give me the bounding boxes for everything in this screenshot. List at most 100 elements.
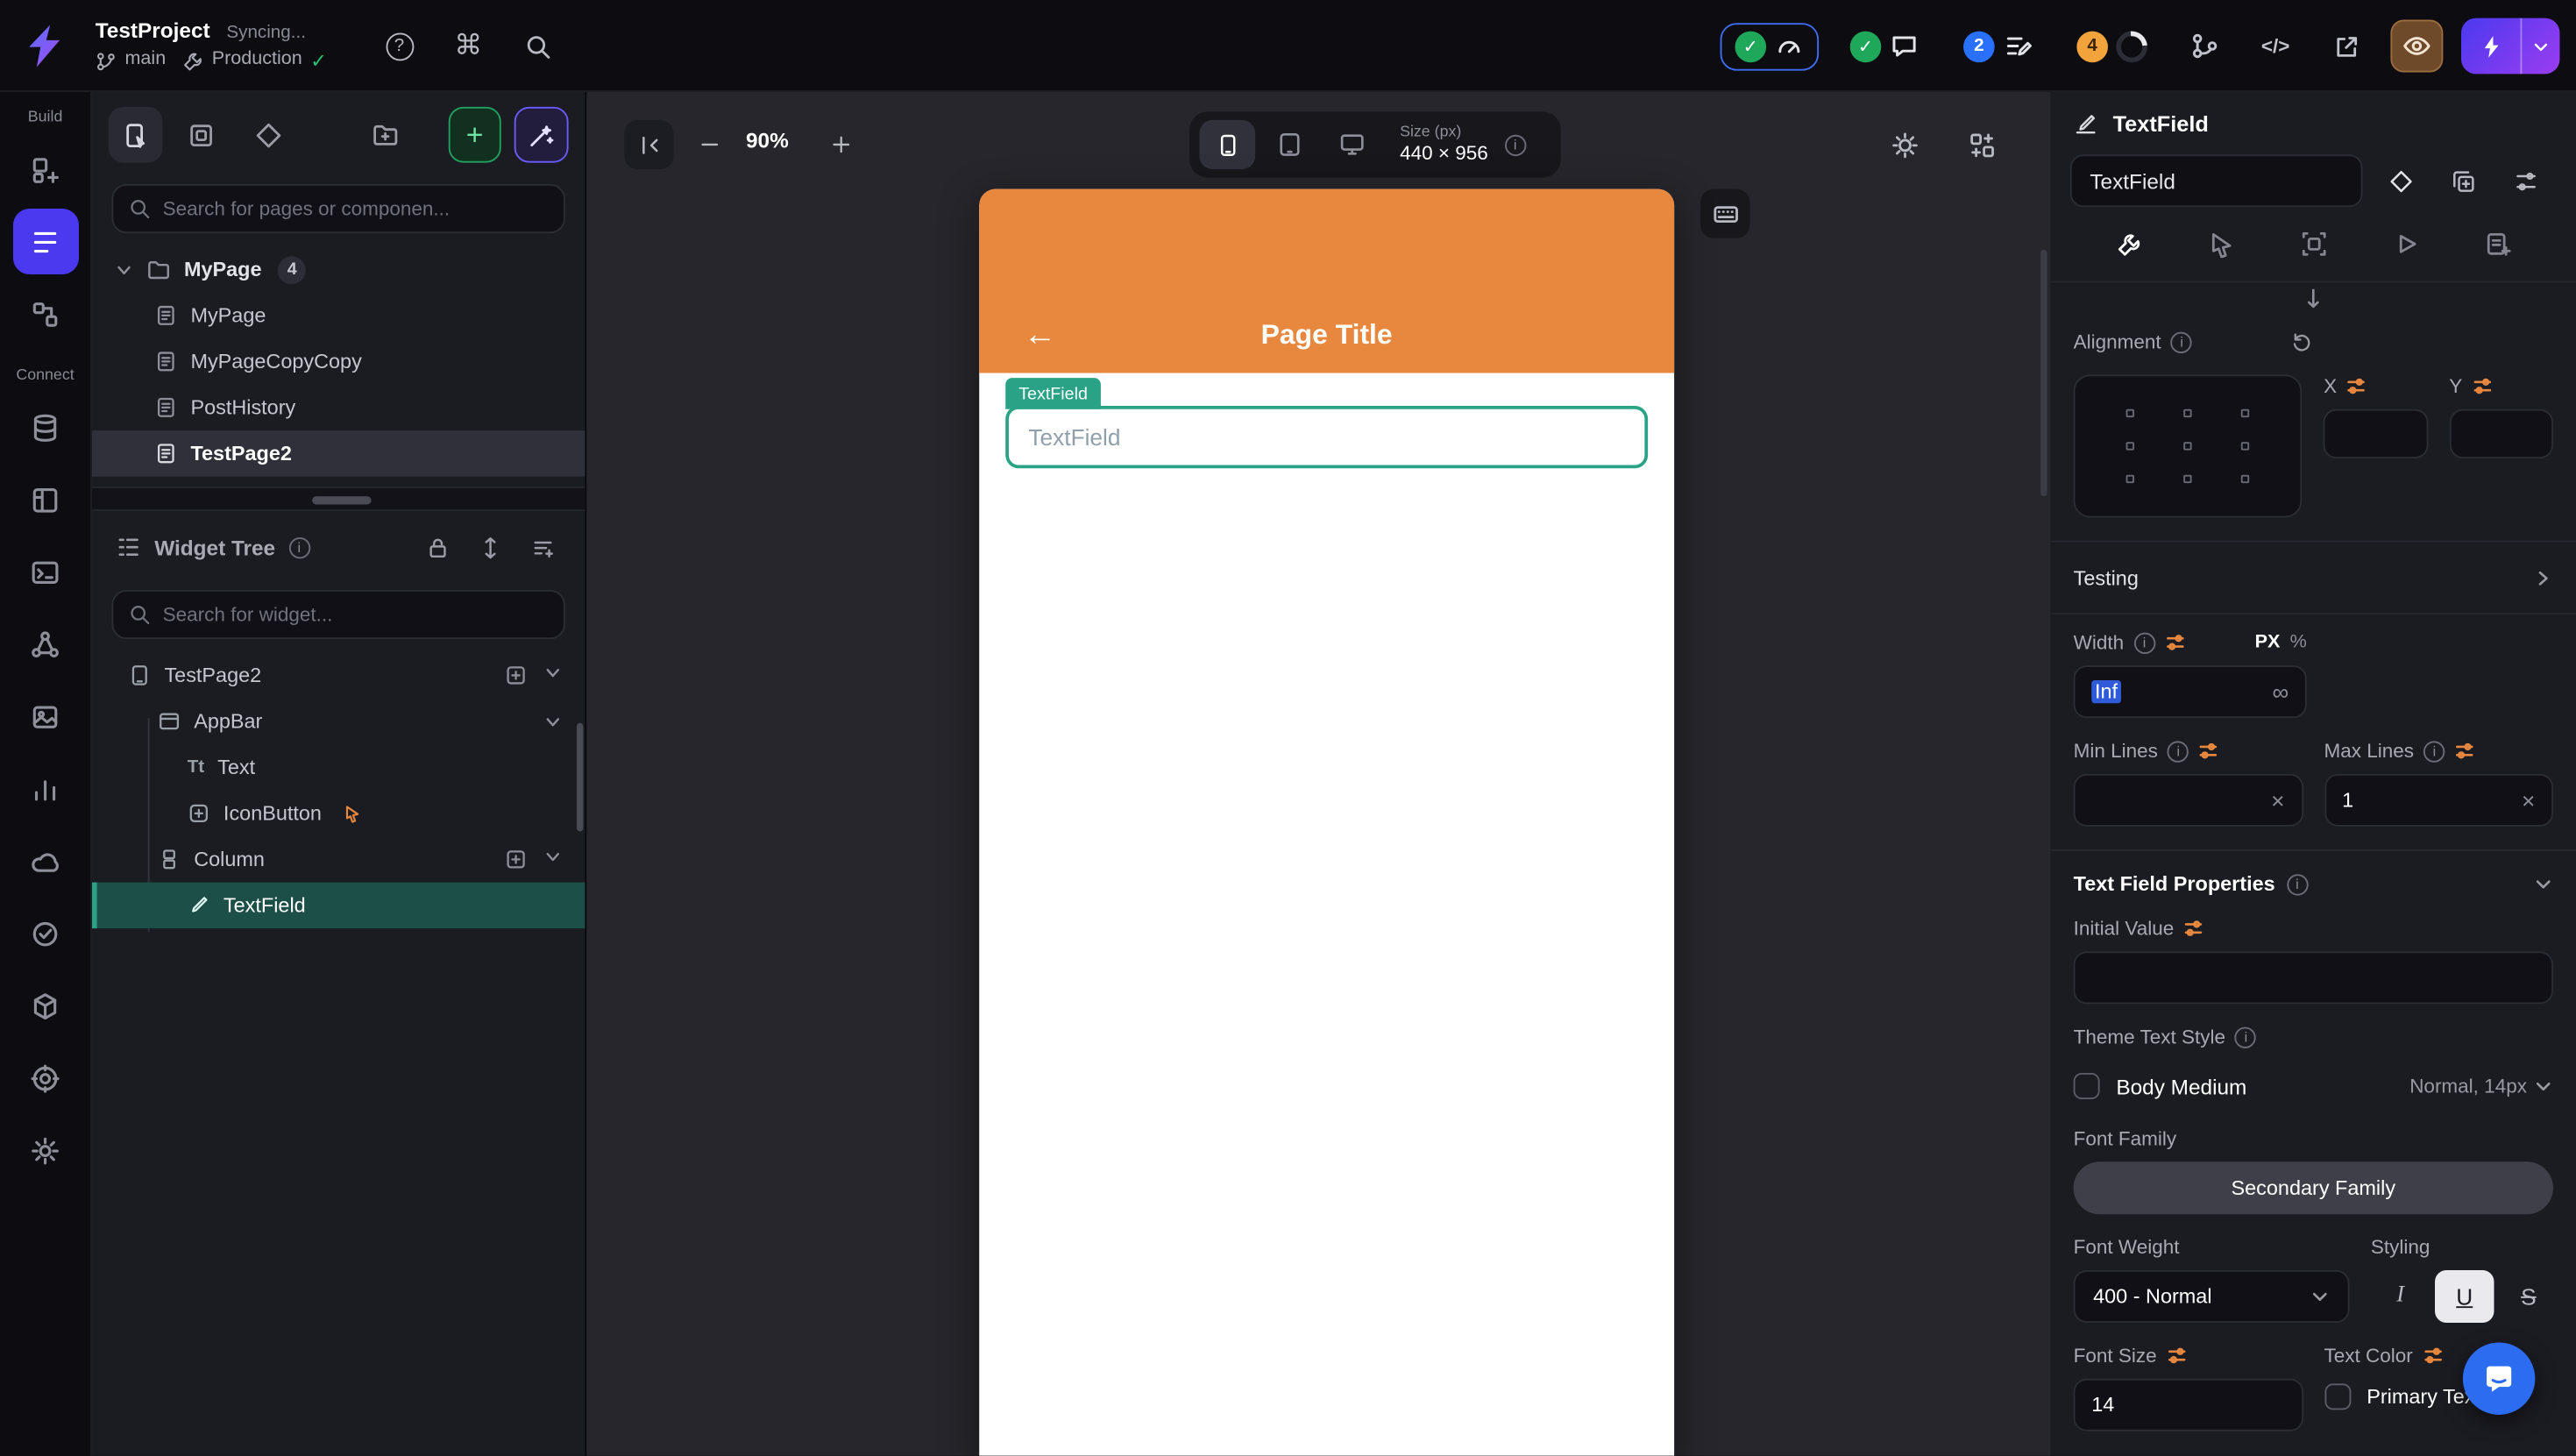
clear-icon[interactable]: × xyxy=(2271,787,2284,813)
appbar-preview[interactable]: ← Page Title xyxy=(979,188,1675,373)
tab-actions[interactable] xyxy=(2192,215,2251,273)
widget-tree-scrollbar[interactable] xyxy=(576,722,584,832)
tab-properties[interactable] xyxy=(2100,215,2159,273)
storyboard-icon[interactable] xyxy=(12,281,78,347)
page-title[interactable]: Page Title xyxy=(979,319,1674,352)
add-folder-button[interactable] xyxy=(358,107,411,163)
media-assets-icon[interactable] xyxy=(12,684,78,749)
reset-alignment-icon[interactable] xyxy=(2291,330,2314,353)
add-page-button[interactable]: + xyxy=(447,106,502,163)
pages-view-button[interactable] xyxy=(108,106,162,163)
terminal-icon[interactable] xyxy=(12,539,78,605)
open-app-button[interactable] xyxy=(2320,19,2373,72)
page-row-selected[interactable]: TestPage2 xyxy=(91,430,585,477)
widget-search-input[interactable] xyxy=(162,591,550,638)
page-row[interactable]: MyPage xyxy=(92,293,585,338)
widget-options-button[interactable] xyxy=(2501,156,2550,205)
package-icon[interactable] xyxy=(12,973,78,1039)
unit-px[interactable]: PX xyxy=(2255,633,2281,652)
flutterflow-logo-icon[interactable] xyxy=(17,18,73,74)
tree-row-textfield-selected[interactable]: TextField xyxy=(91,882,585,929)
testing-section-header[interactable]: Testing xyxy=(2050,540,2576,613)
strikethrough-button[interactable]: S xyxy=(2499,1270,2558,1323)
set-variable-icon[interactable] xyxy=(2346,376,2366,395)
set-variable-icon[interactable] xyxy=(2184,919,2203,938)
page-row[interactable]: PostHistory xyxy=(92,385,585,430)
database-icon[interactable] xyxy=(12,394,78,460)
font-family-button[interactable]: Secondary Family xyxy=(2073,1161,2553,1215)
clear-icon[interactable]: × xyxy=(2522,787,2535,813)
components-icon[interactable] xyxy=(12,611,78,677)
min-lines-input[interactable]: × xyxy=(2073,773,2303,827)
max-lines-input[interactable]: 1 × xyxy=(2324,773,2553,827)
environment-name[interactable]: Production xyxy=(212,50,302,73)
device-desktop-button[interactable] xyxy=(1324,120,1380,169)
page-folder-row[interactable]: MyPage 4 xyxy=(92,246,585,292)
back-arrow-icon[interactable]: ← xyxy=(1012,317,1068,355)
unit-percent[interactable]: % xyxy=(2290,633,2307,652)
keyboard-shortcut-button[interactable] xyxy=(1700,188,1750,238)
expand-collapse-icon[interactable] xyxy=(470,535,509,559)
run-button[interactable] xyxy=(2461,18,2560,75)
theme-widgets-button[interactable] xyxy=(242,107,295,163)
tab-padding[interactable] xyxy=(2284,215,2343,273)
splitter-handle[interactable] xyxy=(312,496,372,505)
canvas-settings-button[interactable] xyxy=(1957,120,2006,169)
issues-pill[interactable]: 4 xyxy=(2063,24,2161,68)
underline-button[interactable]: U xyxy=(2435,1269,2494,1323)
text-style-checkbox[interactable] xyxy=(2073,1073,2100,1100)
settings-gear-icon[interactable] xyxy=(12,1118,78,1183)
font-size-input[interactable]: 14 xyxy=(2073,1378,2303,1431)
preview-button[interactable] xyxy=(2390,19,2444,73)
chevron-down-icon[interactable] xyxy=(543,713,562,731)
save-as-component-button[interactable] xyxy=(2438,156,2487,205)
tree-row-appbar[interactable]: AppBar xyxy=(92,699,585,744)
reports-icon[interactable] xyxy=(12,756,78,821)
tree-row-page[interactable]: TestPage2 xyxy=(92,652,585,698)
theme-mode-toggle[interactable] xyxy=(1879,120,1928,169)
help-button[interactable]: ? xyxy=(376,23,422,68)
set-variable-icon[interactable] xyxy=(2423,1346,2442,1365)
text-color-checkbox[interactable] xyxy=(2324,1383,2351,1410)
branch-name[interactable]: main xyxy=(124,50,166,73)
tree-row-iconbutton[interactable]: IconButton xyxy=(92,791,585,836)
italic-button[interactable]: I xyxy=(2371,1270,2430,1323)
widget-palette-icon[interactable] xyxy=(12,137,78,202)
set-variable-icon[interactable] xyxy=(2167,1346,2186,1365)
tree-options-icon[interactable] xyxy=(522,535,562,559)
tree-row-column[interactable]: Column xyxy=(92,836,585,882)
set-variable-icon[interactable] xyxy=(2199,741,2218,760)
branch-menu-button[interactable] xyxy=(2179,19,2232,72)
collapse-panel-button[interactable] xyxy=(624,119,674,170)
font-weight-select[interactable]: 400 - Normal xyxy=(2073,1269,2350,1323)
todos-pill[interactable]: 2 xyxy=(1950,24,2046,68)
canvas-scrollbar[interactable] xyxy=(2040,249,2047,497)
textfield-props-header[interactable]: Text Field Properties i xyxy=(2074,851,2553,917)
page-selector-icon[interactable] xyxy=(12,209,79,275)
widget-name-input[interactable] xyxy=(2069,154,2363,208)
width-input[interactable]: Inf ∞ xyxy=(2073,665,2307,719)
components-view-button[interactable] xyxy=(175,107,229,163)
initial-value-input[interactable] xyxy=(2073,951,2553,1005)
chevron-down-icon[interactable] xyxy=(115,260,133,279)
set-variable-icon[interactable] xyxy=(2165,633,2184,652)
tab-tests[interactable] xyxy=(2467,215,2526,273)
comments-pill[interactable]: ✓ xyxy=(1837,24,1933,68)
device-tablet-button[interactable] xyxy=(1262,120,1318,169)
device-phone-button[interactable] xyxy=(1199,119,1256,170)
tree-row-text[interactable]: Tt Text xyxy=(92,744,585,790)
page-row[interactable]: MyPageCopyCopy xyxy=(92,338,585,384)
infinity-icon[interactable]: ∞ xyxy=(2272,678,2289,705)
text-style-selector[interactable]: Body Medium Normal, 14px xyxy=(2073,1058,2553,1114)
search-button[interactable] xyxy=(514,23,560,68)
project-health-pill[interactable]: ✓ xyxy=(1720,22,1820,70)
panel-splitter[interactable] xyxy=(91,486,585,511)
cloud-functions-icon[interactable] xyxy=(12,828,78,894)
add-widget-icon[interactable] xyxy=(504,848,527,870)
pages-search-input[interactable] xyxy=(162,185,550,232)
zoom-level[interactable]: 90% xyxy=(723,128,812,153)
chat-support-button[interactable] xyxy=(2462,1342,2536,1415)
y-input[interactable] xyxy=(2449,408,2553,458)
checks-icon[interactable] xyxy=(12,900,78,966)
set-variable-icon[interactable] xyxy=(2472,376,2491,395)
